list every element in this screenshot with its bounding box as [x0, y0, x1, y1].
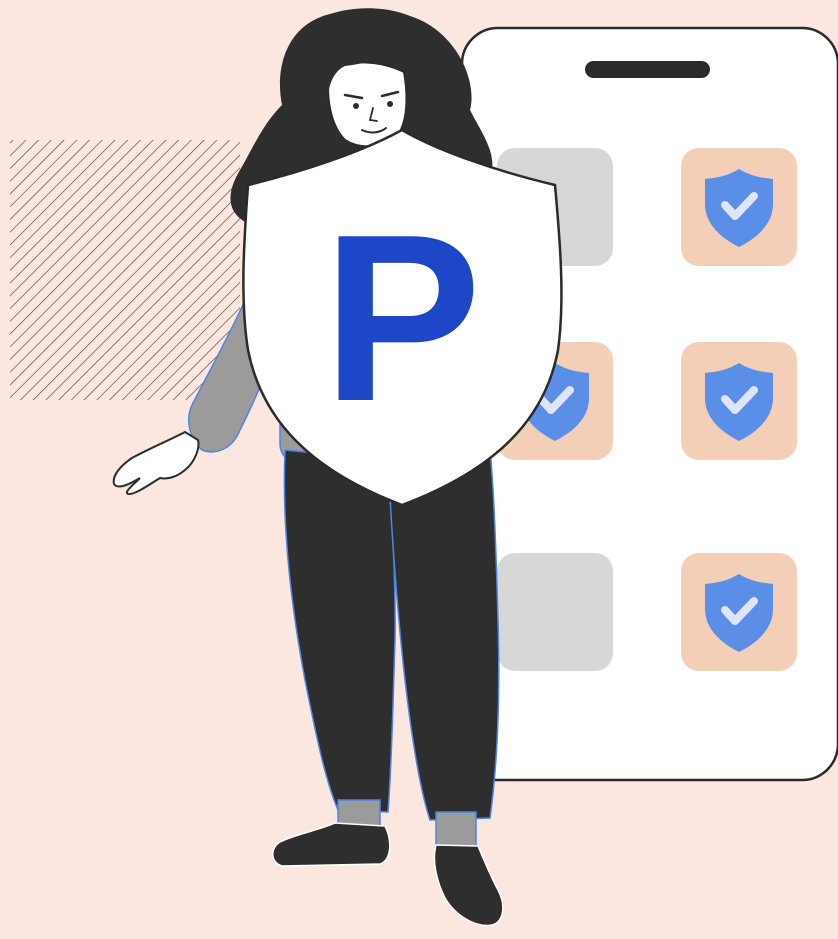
eye — [353, 103, 359, 109]
hatched-pattern-decoration — [10, 140, 240, 400]
eye — [387, 101, 393, 107]
sock — [435, 811, 477, 851]
app-tile-inactive — [497, 553, 613, 671]
phone-speaker-notch — [585, 61, 710, 78]
shield-letter: P — [323, 186, 482, 451]
illustration-scene: P — [0, 0, 838, 939]
illustration-canvas: P — [0, 0, 838, 939]
